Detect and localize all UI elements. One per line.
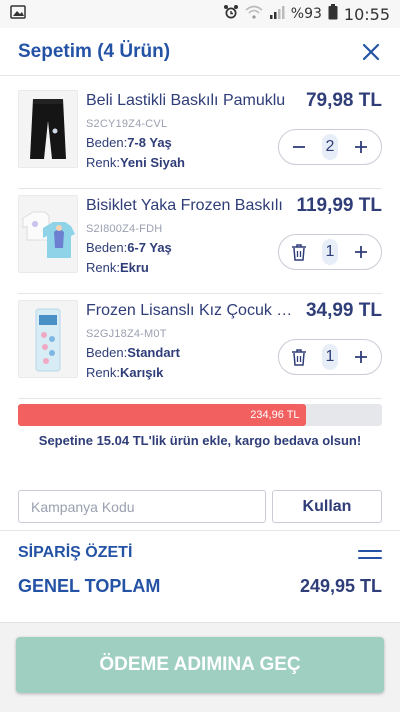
size-label: Beden: xyxy=(86,345,128,360)
product-color: Renk:Yeni Siyah xyxy=(86,155,185,170)
size-value: Standart xyxy=(127,345,180,360)
product-size: Beden:7-8 Yaş xyxy=(86,135,172,150)
product-sku: S2CY19Z4-CVL xyxy=(86,118,168,130)
product-sku: S2GJ18Z4-M0T xyxy=(86,328,167,340)
grand-total-label: GENEL TOPLAM xyxy=(18,576,161,596)
divider xyxy=(0,530,400,531)
quantity-value: 1 xyxy=(322,239,338,265)
product-color: Renk:Ekru xyxy=(86,260,149,275)
size-label: Beden: xyxy=(86,135,128,150)
trash-icon xyxy=(292,244,306,261)
product-name[interactable]: Bisiklet Yaka Frozen Baskılı xyxy=(86,197,300,215)
product-name[interactable]: Beli Lastikli Baskılı Pamuklu xyxy=(86,92,300,110)
cart-item: Beli Lastikli Baskılı Pamuklu 79,98 TL S… xyxy=(18,84,382,189)
product-sku: S2I800Z4-FDH xyxy=(86,223,163,235)
battery-percent: %93 xyxy=(290,6,322,22)
progress-label: 234,96 TL xyxy=(250,409,300,421)
increase-button[interactable] xyxy=(351,242,371,262)
summary-toggle-icon[interactable] xyxy=(358,550,382,564)
product-price: 79,98 TL xyxy=(305,90,382,111)
cart-item: Bisiklet Yaka Frozen Baskılı 119,99 TL S… xyxy=(18,189,382,294)
remove-button[interactable] xyxy=(289,347,309,367)
plus-icon xyxy=(355,246,367,258)
product-size: Beden:Standart xyxy=(86,345,180,360)
size-label: Beden: xyxy=(86,240,128,255)
color-value: Ekru xyxy=(119,260,149,275)
close-icon xyxy=(362,43,380,60)
minus-icon xyxy=(293,146,305,148)
progress-fill: 234,96 TL xyxy=(18,404,306,426)
wifi-icon xyxy=(245,5,263,23)
header: Sepetim (4 Ürün) xyxy=(0,28,400,76)
trash-icon xyxy=(292,349,306,366)
checkout-footer: ÖDEME ADIMINA GEÇ xyxy=(0,622,400,712)
alarm-icon xyxy=(223,4,239,24)
grand-total-value: 249,95 TL xyxy=(299,576,382,596)
gallery-notification-icon xyxy=(10,5,26,23)
product-image[interactable] xyxy=(18,195,78,273)
quantity-stepper: 2 xyxy=(278,129,382,165)
plus-icon xyxy=(355,141,367,153)
cart-item: Frozen Lisanslı Kız Çocuk Saç 34,99 TL S… xyxy=(18,294,382,399)
quantity-value: 2 xyxy=(322,134,338,160)
remove-button[interactable] xyxy=(289,242,309,262)
plus-icon xyxy=(355,351,367,363)
product-image[interactable] xyxy=(18,90,78,168)
coupon-code-input[interactable] xyxy=(18,490,266,523)
quantity-stepper: 1 xyxy=(278,339,382,375)
decrease-button[interactable] xyxy=(289,137,309,157)
product-image[interactable] xyxy=(18,300,78,378)
checkout-button[interactable]: ÖDEME ADIMINA GEÇ xyxy=(16,637,384,693)
color-value: Yeni Siyah xyxy=(119,155,186,170)
battery-icon xyxy=(328,4,338,24)
quantity-value: 1 xyxy=(322,344,338,370)
cart-items-list: Beli Lastikli Baskılı Pamuklu 79,98 TL S… xyxy=(18,84,382,399)
page-title: Sepetim (4 Ürün) xyxy=(18,40,171,62)
free-shipping-progress-bar: 234,96 TL xyxy=(18,404,382,426)
product-size: Beden:6-7 Yaş xyxy=(86,240,172,255)
increase-button[interactable] xyxy=(351,137,371,157)
product-price: 34,99 TL xyxy=(305,300,382,321)
free-shipping-message: Sepetine 15.04 TL'lik ürün ekle, kargo b… xyxy=(38,433,362,448)
increase-button[interactable] xyxy=(351,347,371,367)
color-label: Renk: xyxy=(86,365,120,380)
apply-coupon-button[interactable]: Kullan xyxy=(272,490,382,523)
clock: 10:55 xyxy=(343,4,390,24)
order-summary-title[interactable]: SİPARİŞ ÖZETİ xyxy=(18,544,132,562)
color-label: Renk: xyxy=(86,260,120,275)
size-value: 6-7 Yaş xyxy=(127,240,172,255)
quantity-stepper: 1 xyxy=(278,234,382,270)
product-name[interactable]: Frozen Lisanslı Kız Çocuk Saç xyxy=(86,302,300,320)
coupon-row: Kullan xyxy=(18,490,382,523)
color-value: Karışık xyxy=(119,365,164,380)
close-button[interactable] xyxy=(360,41,382,63)
signal-icon xyxy=(269,5,285,23)
status-bar: %93 10:55 xyxy=(0,0,400,28)
product-price: 119,99 TL xyxy=(296,195,382,216)
color-label: Renk: xyxy=(86,155,120,170)
size-value: 7-8 Yaş xyxy=(127,135,172,150)
product-color: Renk:Karışık xyxy=(86,365,163,380)
